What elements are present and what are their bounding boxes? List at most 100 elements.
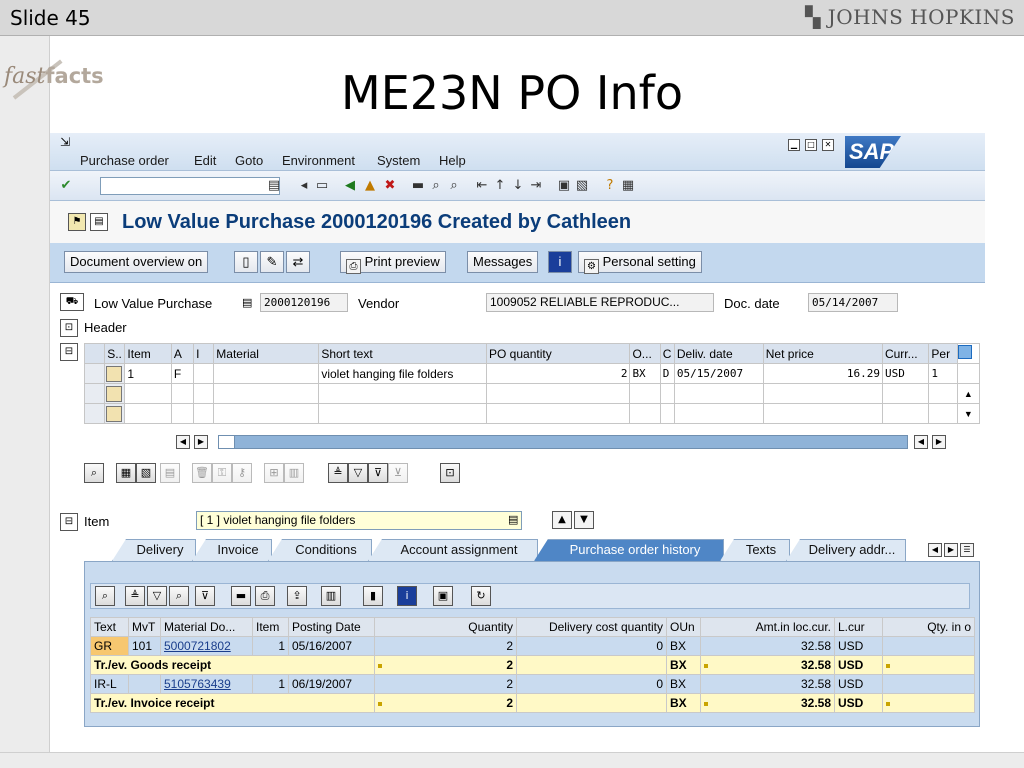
- find-next-icon[interactable]: ⌕: [446, 178, 462, 194]
- close-window-icon[interactable]: ✕: [822, 139, 834, 151]
- acct-cat-cell[interactable]: F: [170, 363, 195, 384]
- hist-col-lcur[interactable]: L.cur: [834, 617, 883, 637]
- po-number-field[interactable]: 2000120196: [260, 293, 348, 312]
- delete-icon[interactable]: 🗑: [192, 463, 212, 483]
- col-header-item[interactable]: Item: [124, 343, 172, 364]
- col-header-po-quantity[interactable]: PO quantity: [485, 343, 631, 364]
- print-preview-button[interactable]: ⎙ Print preview: [340, 251, 446, 274]
- scroll-left-icon[interactable]: ◀: [176, 435, 190, 449]
- hist-col-oun[interactable]: OUn: [666, 617, 701, 637]
- sort-desc-icon[interactable]: ▽: [348, 463, 368, 483]
- cancel-icon[interactable]: ✖: [382, 178, 398, 194]
- table-row[interactable]: IR-L 5105763439 1 06/19/2007 2 0 BX 32.5…: [90, 674, 975, 694]
- history-info-icon[interactable]: i: [397, 586, 417, 606]
- command-field[interactable]: [100, 177, 280, 195]
- horizontal-scrollbar[interactable]: [218, 435, 908, 449]
- last-page-icon[interactable]: ⇥: [528, 178, 544, 194]
- history-refresh-icon[interactable]: ↻: [471, 586, 491, 606]
- hist-col-material-doc[interactable]: Material Do...: [160, 617, 253, 637]
- col-header-curr[interactable]: Curr...: [881, 343, 930, 364]
- menu-edit[interactable]: Edit: [194, 153, 216, 168]
- display-change-icon[interactable]: ✎: [260, 251, 284, 273]
- material-document-link[interactable]: 5000721802: [160, 636, 253, 656]
- item-dropdown-icon[interactable]: ▤: [508, 513, 518, 526]
- net-price-cell[interactable]: 16.29: [762, 363, 883, 384]
- shortcut-icon[interactable]: ▧: [574, 178, 590, 194]
- table-row[interactable]: ▼: [83, 403, 981, 424]
- table-row[interactable]: ▲: [83, 383, 981, 404]
- col-header-per[interactable]: Per: [928, 343, 958, 364]
- tab-purchase-order-history[interactable]: Purchase order history: [534, 539, 724, 561]
- col-header-s[interactable]: S..: [104, 343, 126, 364]
- history-sort-asc-icon[interactable]: ≜: [125, 586, 145, 606]
- first-page-icon[interactable]: ⇤: [474, 178, 490, 194]
- material-cell[interactable]: [213, 363, 320, 384]
- select-all-icon[interactable]: ▦: [116, 463, 136, 483]
- scroll-left-far-icon[interactable]: ◀: [914, 435, 928, 449]
- next-page-icon[interactable]: ↓: [510, 178, 526, 194]
- grid-icon[interactable]: ▥: [284, 463, 304, 483]
- filter-icon[interactable]: ⊽: [368, 463, 388, 483]
- enter-icon[interactable]: ⇲: [60, 135, 70, 149]
- col-header-a[interactable]: A: [170, 343, 195, 364]
- find-icon[interactable]: ⌕: [428, 178, 444, 194]
- history-details-icon[interactable]: ⌕: [95, 586, 115, 606]
- maximize-icon[interactable]: □: [805, 139, 817, 151]
- history-chart-icon[interactable]: ▮: [363, 586, 383, 606]
- messages-button[interactable]: Messages: [467, 251, 539, 273]
- filter-off-icon[interactable]: ⊻: [388, 463, 408, 483]
- previous-item-icon[interactable]: ▲: [552, 511, 572, 529]
- col-header-c[interactable]: C: [659, 343, 675, 364]
- lock-icon[interactable]: ⚿: [212, 463, 232, 483]
- hist-text-cell[interactable]: IR-L: [90, 674, 129, 694]
- history-dropdown-icon[interactable]: ▤: [266, 178, 282, 194]
- tab-conditions[interactable]: Conditions: [268, 539, 372, 561]
- exit-icon[interactable]: ▲: [362, 178, 378, 194]
- history-layout-icon[interactable]: ▥: [321, 586, 341, 606]
- sort-icon[interactable]: ≜: [328, 463, 348, 483]
- deliv-date-cell[interactable]: 05/15/2007: [673, 363, 764, 384]
- history-print-icon[interactable]: ▬: [231, 586, 251, 606]
- date-cat-cell[interactable]: D: [659, 363, 675, 384]
- order-unit-cell[interactable]: BX: [629, 363, 661, 384]
- print-icon[interactable]: ▬: [410, 178, 426, 194]
- scroll-down-icon[interactable]: ▼: [956, 403, 981, 424]
- table-row[interactable]: GR 101 5000721802 1 05/16/2007 2 0 BX 32…: [90, 636, 975, 656]
- table-row[interactable]: Tr./ev. Goods receipt 2 BX 32.58 USD: [90, 655, 975, 675]
- table-row[interactable]: Tr./ev. Invoice receipt 2 BX 32.58 USD: [90, 693, 975, 713]
- hist-text-cell[interactable]: GR: [90, 636, 129, 656]
- configure-icon[interactable]: ⊡: [440, 463, 460, 483]
- left-arrow-icon[interactable]: ◂: [296, 178, 312, 194]
- collapse-item-detail-icon[interactable]: ⊟: [60, 513, 78, 531]
- invoice-document-link[interactable]: 5105763439: [160, 674, 253, 694]
- tab-scroll-right-icon[interactable]: ▶: [944, 543, 958, 557]
- row-selector[interactable]: [83, 403, 106, 424]
- save-icon[interactable]: ▭: [314, 178, 330, 194]
- copy-icon[interactable]: ▤: [160, 463, 180, 483]
- table-settings-icon[interactable]: [956, 343, 981, 364]
- doc-type-dropdown-icon[interactable]: ▤: [242, 296, 252, 309]
- hist-col-delivery-cost-qty[interactable]: Delivery cost quantity: [516, 617, 667, 637]
- personal-setting-button[interactable]: ⚙ Personal setting: [578, 251, 702, 274]
- tab-list-icon[interactable]: ☰: [960, 543, 974, 557]
- expand-header-icon[interactable]: ⊡: [60, 319, 78, 337]
- other-po-icon[interactable]: ⚑: [68, 213, 86, 231]
- doc-date-field[interactable]: 05/14/2007: [808, 293, 898, 312]
- menu-environment[interactable]: Environment: [282, 153, 355, 168]
- scroll-up-icon[interactable]: ▲: [956, 383, 981, 404]
- menu-help[interactable]: Help: [439, 153, 466, 168]
- scroll-right-icon[interactable]: ▶: [194, 435, 208, 449]
- deselect-all-icon[interactable]: ▧: [136, 463, 156, 483]
- col-header-o[interactable]: O...: [629, 343, 661, 364]
- dropdown-doc-icon[interactable]: ▤: [90, 213, 108, 231]
- hist-sum-text-cell[interactable]: Tr./ev. Goods receipt: [90, 655, 375, 675]
- item-selector-dropdown[interactable]: [ 1 ] violet hanging file folders: [196, 511, 522, 530]
- table-row[interactable]: 1 F violet hanging file folders 2 BX D 0…: [83, 363, 981, 384]
- history-filter-icon[interactable]: ⊽: [195, 586, 215, 606]
- per-cell[interactable]: 1: [928, 363, 958, 384]
- col-header-i[interactable]: I: [193, 343, 215, 364]
- hist-col-quantity[interactable]: Quantity: [374, 617, 517, 637]
- hist-col-mvt[interactable]: MvT: [128, 617, 161, 637]
- scroll-slot[interactable]: [956, 363, 981, 384]
- item-cat-cell[interactable]: [193, 363, 215, 384]
